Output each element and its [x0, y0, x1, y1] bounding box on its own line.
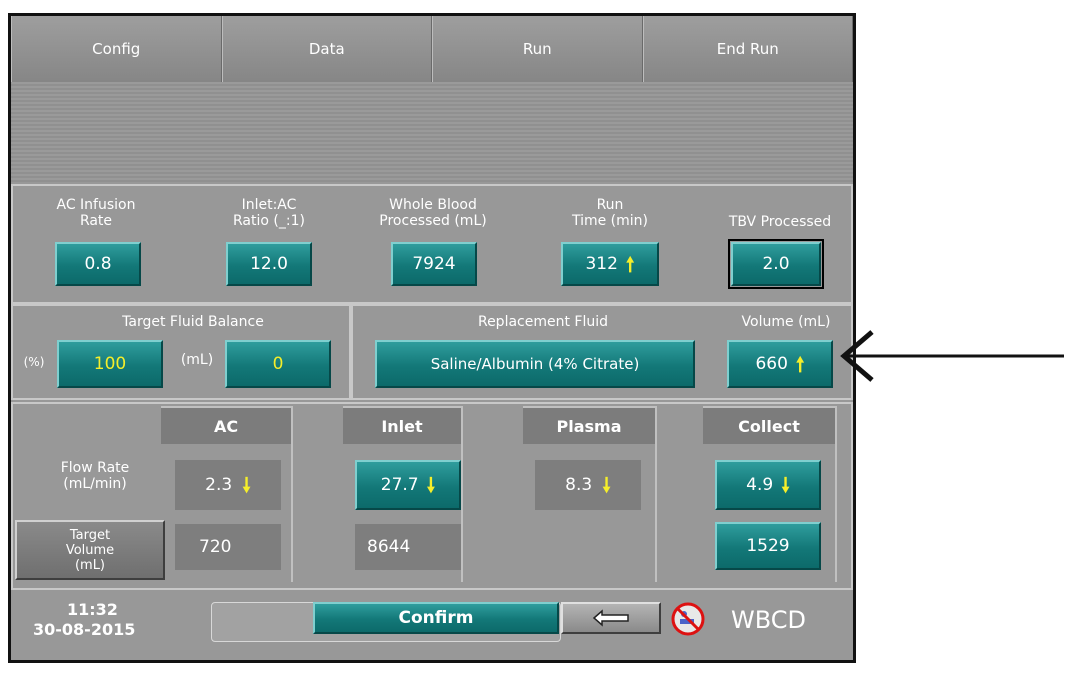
arrow-down-icon: 🠗 — [242, 473, 251, 497]
inlet-ac-ratio-value: 12.0 — [250, 254, 288, 274]
ac-infusion-button[interactable]: 0.8 — [55, 242, 141, 286]
tab-end-run[interactable]: End Run — [642, 16, 853, 82]
collect-target-volume-value: 1529 — [746, 536, 790, 556]
column-divider — [835, 406, 837, 582]
inlet-flow-rate-value: 27.7 — [380, 475, 419, 495]
collect-flow-rate-value: 4.9 — [746, 475, 774, 495]
whole-blood-button[interactable]: 7924 — [391, 242, 477, 286]
target-volume-button[interactable]: Target Volume (mL) — [15, 520, 165, 580]
inlet-ac-ratio-label: Inlet:AC Ratio (_:1) — [233, 197, 305, 229]
collect-target-volume-button[interactable]: 1529 — [715, 522, 821, 570]
run-time-value: 312 — [585, 254, 618, 274]
arrow-up-icon: 🠕 — [795, 352, 805, 376]
return-icon — [592, 609, 629, 627]
replacement-fluid-panel: Replacement Fluid Saline/Albumin (4% Cit… — [351, 304, 853, 400]
inlet-ac-ratio-button[interactable]: 12.0 — [226, 242, 312, 286]
column-divider — [291, 406, 293, 582]
tab-run[interactable]: Run — [432, 16, 643, 82]
column-header-plasma: Plasma — [523, 406, 657, 444]
header-spacer — [11, 82, 853, 182]
ml-unit-label: (mL) — [180, 352, 214, 368]
arrow-down-icon: 🠗 — [602, 473, 611, 497]
fluid-balance-title: Target Fluid Balance — [122, 314, 264, 330]
flow-rate-label: Flow Rate (mL/min) — [60, 460, 130, 492]
replacement-fluid-title: Replacement Fluid — [477, 314, 609, 330]
no-patient-icon — [671, 602, 705, 636]
tab-config[interactable]: Config — [11, 16, 222, 82]
column-header-inlet: Inlet — [343, 406, 463, 444]
tbv-processed-label: TBV Processed — [728, 214, 832, 230]
ac-target-volume-value: 720 — [199, 537, 232, 557]
whole-blood-value: 7924 — [412, 254, 456, 274]
tab-bar: Config Data Run End Run — [11, 16, 853, 82]
footer-date: 30-08-2015 — [33, 620, 136, 639]
mode-label: WBCD — [731, 606, 807, 634]
tbv-processed-value: 2.0 — [762, 254, 790, 274]
confirm-button[interactable]: Confirm — [313, 602, 559, 634]
ac-infusion-value: 0.8 — [84, 254, 112, 274]
volume-label: Volume (mL) — [741, 314, 831, 330]
fluid-balance-percent-value: 100 — [93, 354, 127, 374]
fluid-balance-percent-button[interactable]: 100 — [57, 340, 163, 388]
target-fluid-balance-panel: Target Fluid Balance (%) 100 (mL) 0 — [11, 304, 351, 400]
tbv-processed-button[interactable]: 2.0 — [728, 239, 824, 289]
plasma-flow-rate-value: 8.3 — [565, 475, 593, 495]
column-header-collect: Collect — [703, 406, 837, 444]
back-button[interactable] — [561, 602, 661, 634]
column-divider — [461, 406, 463, 582]
ac-flow-rate: 2.3 🠗 — [175, 460, 281, 510]
ac-flow-rate-value: 2.3 — [205, 475, 233, 495]
arrow-down-icon: 🠗 — [781, 473, 790, 497]
collect-flow-rate-button[interactable]: 4.9 🠗 — [715, 460, 821, 510]
replacement-fluid-button[interactable]: Saline/Albumin (4% Citrate) — [375, 340, 695, 388]
inlet-target-volume-value: 8644 — [367, 537, 411, 557]
run-time-button[interactable]: 312 🠕 — [561, 242, 659, 286]
target-volume-label: Target Volume (mL) — [65, 527, 115, 573]
inlet-target-volume: 8644 — [355, 524, 461, 570]
arrow-up-icon: 🠕 — [625, 252, 635, 276]
ac-infusion-label: AC Infusion Rate — [56, 197, 136, 229]
footer-time: 11:32 — [67, 600, 118, 619]
apheresis-screen: Config Data Run End Run AC Infusion Rate… — [8, 13, 856, 663]
confirm-label: Confirm — [398, 608, 474, 628]
column-divider — [655, 406, 657, 582]
inlet-flow-rate-button[interactable]: 27.7 🠗 — [355, 460, 461, 510]
arrow-down-icon: 🠗 — [426, 473, 436, 497]
replacement-volume-value: 660 — [755, 354, 788, 374]
fluid-balance-ml-button[interactable]: 0 — [225, 340, 331, 388]
callout-arrow-icon — [840, 330, 1064, 382]
plasma-flow-rate: 8.3 🠗 — [535, 460, 641, 510]
replacement-volume-button[interactable]: 660 🠕 — [727, 340, 833, 388]
percent-unit-label: (%) — [23, 355, 45, 369]
column-header-ac: AC — [161, 406, 293, 444]
run-time-label: Run Time (min) — [571, 197, 649, 229]
flow-panel: AC Inlet Plasma Collect Flow Rate (mL/mi… — [11, 402, 853, 590]
fluid-balance-ml-value: 0 — [272, 354, 284, 374]
whole-blood-label: Whole Blood Processed (mL) — [379, 197, 487, 229]
ac-target-volume: 720 — [175, 524, 281, 570]
metrics-panel: AC Infusion Rate 0.8 Inlet:AC Ratio (_:1… — [11, 184, 853, 304]
replacement-fluid-value: Saline/Albumin (4% Citrate) — [430, 355, 640, 373]
tab-data[interactable]: Data — [221, 16, 432, 82]
